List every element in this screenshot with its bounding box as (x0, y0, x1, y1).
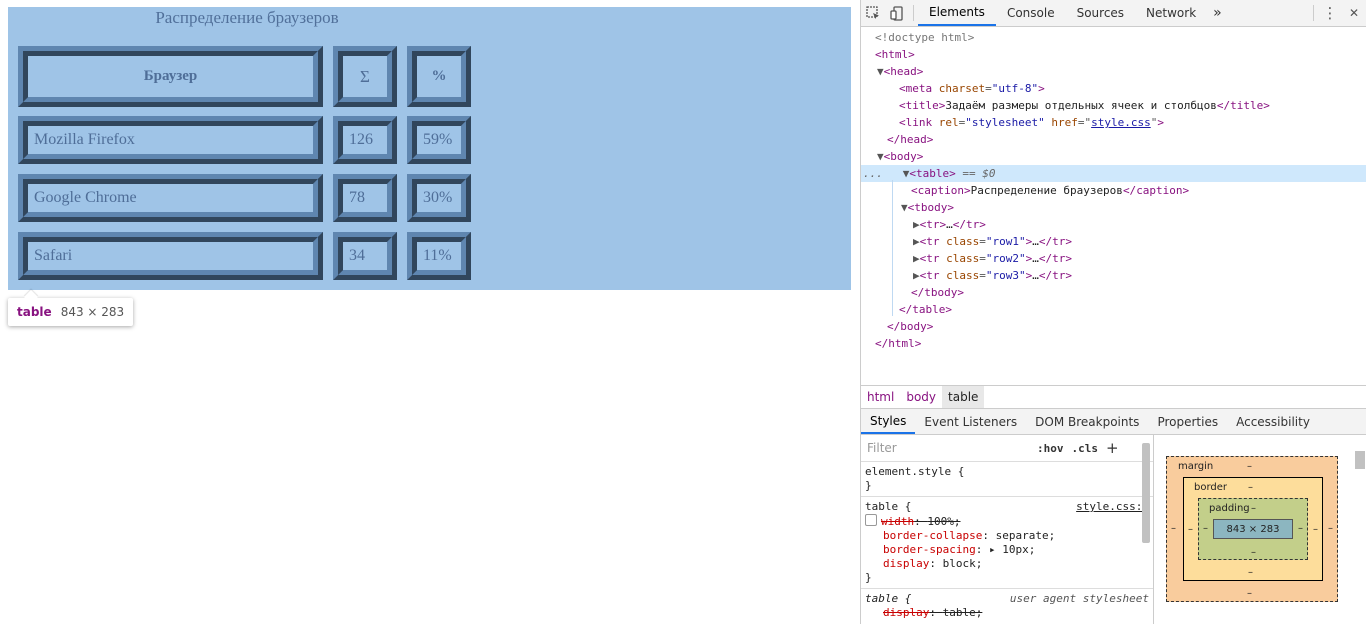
box-model-margin: margin – – – – border – – – – padding – … (1166, 456, 1338, 602)
table-header-browser: Браузер (18, 46, 323, 107)
box-model-padding: padding – – – – 843 × 283 (1198, 498, 1308, 560)
dom-node-body-close[interactable]: </body> (861, 318, 1366, 335)
element-inspect-tooltip: table 843 × 283 (8, 298, 134, 326)
tab-sources[interactable]: Sources (1066, 0, 1135, 26)
stylesheet-link[interactable]: style.css (1091, 116, 1151, 129)
table-cell-sum: 126 (333, 116, 397, 164)
dom-node-table-close[interactable]: </table> (861, 301, 1366, 318)
dom-node-head-close[interactable]: </head> (861, 131, 1366, 148)
breadcrumb-body[interactable]: body (900, 386, 942, 408)
styles-subtabbar: Styles Event Listeners DOM Breakpoints P… (861, 409, 1366, 435)
table-cell-percent: 59% (407, 116, 471, 164)
inspect-element-icon[interactable] (861, 0, 885, 26)
collapse-triangle-icon[interactable]: ▶ (913, 252, 920, 265)
box-model-border: border – – – – padding – – – – 843 × 283 (1183, 477, 1323, 581)
page-viewport: Распределение браузеров Браузер Σ % Mozi… (0, 0, 860, 624)
dom-node-link[interactable]: <link rel="stylesheet" href="style.css"> (861, 114, 1366, 131)
table-cell-browser: Safari (18, 232, 323, 280)
dom-node-tr-row1[interactable]: ▶<tr class="row1">…</tr> (861, 233, 1366, 250)
dom-node-tbody-close[interactable]: </tbody> (861, 284, 1366, 301)
rule-source-link[interactable]: style.css:1 (1076, 500, 1149, 514)
dom-indent-guide (892, 180, 893, 316)
box-model-scrollbar[interactable] (1355, 451, 1365, 469)
kebab-menu-icon[interactable]: ⋮ (1318, 0, 1342, 26)
table-header-percent: % (407, 46, 471, 107)
collapse-triangle-icon[interactable]: ▶ (913, 235, 920, 248)
table-cell-browser: Google Chrome (18, 174, 323, 222)
dom-node-tr[interactable]: ▶<tr>…</tr> (861, 216, 1366, 233)
rule-element-style[interactable]: element.style { } (861, 462, 1153, 497)
dom-node-meta[interactable]: <meta charset="utf-8"> (861, 80, 1366, 97)
table-cell-sum: 34 (333, 232, 397, 280)
tab-elements[interactable]: Elements (918, 0, 996, 26)
breadcrumb: html body table (861, 385, 1366, 409)
styles-filter-input[interactable] (865, 438, 1029, 458)
rule-table-author[interactable]: table {style.css:1 width: 100%; border-c… (861, 497, 1153, 589)
tooltip-dimensions: 843 × 283 (60, 305, 125, 319)
property-checkbox[interactable] (865, 514, 877, 526)
breadcrumb-table[interactable]: table (942, 386, 985, 408)
tabbar-divider (913, 5, 914, 21)
dom-node-title[interactable]: <title>Задаём размеры отдельных ячеек и … (861, 97, 1366, 114)
tooltip-tag: table (17, 305, 52, 319)
hover-state-toggle[interactable]: :hov (1037, 442, 1064, 455)
tab-event-listeners[interactable]: Event Listeners (915, 409, 1026, 434)
dom-node-head[interactable]: ▼<head> (861, 63, 1366, 80)
tabbar-divider (1313, 5, 1314, 21)
more-tabs-chevron-icon[interactable]: » (1207, 0, 1228, 26)
tab-styles[interactable]: Styles (861, 409, 916, 434)
table-cell-percent: 30% (407, 174, 471, 222)
dom-node-html-close[interactable]: </html> (861, 335, 1366, 352)
box-model-content: 843 × 283 (1213, 519, 1293, 539)
rule-source-label: user agent stylesheet (1009, 592, 1149, 605)
device-toolbar-icon[interactable] (885, 0, 909, 26)
devtools-panel: Elements Console Sources Network » ⋮ ✕ <… (860, 0, 1366, 624)
breadcrumb-html[interactable]: html (861, 386, 900, 408)
tab-accessibility[interactable]: Accessibility (1227, 409, 1319, 434)
new-rule-plus-icon[interactable]: + (1106, 439, 1119, 457)
styles-filter-bar: :hov .cls + (861, 435, 1153, 462)
expand-triangle-icon[interactable]: ▼ (901, 201, 908, 214)
styles-scrollbar[interactable] (1142, 443, 1150, 543)
box-model-pane: margin – – – – border – – – – padding – … (1154, 435, 1366, 624)
devtools-tabbar: Elements Console Sources Network » ⋮ ✕ (861, 0, 1366, 27)
dom-node-tr-row3[interactable]: ▶<tr class="row3">…</tr> (861, 267, 1366, 284)
close-icon[interactable]: ✕ (1342, 0, 1366, 26)
tab-console[interactable]: Console (996, 0, 1066, 26)
node-menu-dots[interactable]: ... (863, 167, 883, 180)
tab-dom-breakpoints[interactable]: DOM Breakpoints (1026, 409, 1148, 434)
table-header-sum: Σ (333, 46, 397, 107)
dom-node-html[interactable]: <html> (861, 46, 1366, 63)
tab-network[interactable]: Network (1135, 0, 1207, 26)
dom-tree: <!doctype html> <html> ▼<head> <meta cha… (861, 27, 1366, 384)
collapse-triangle-icon[interactable]: ▶ (913, 269, 920, 282)
dom-node-caption[interactable]: <caption>Распределение браузеров</captio… (861, 182, 1366, 199)
table-cell-browser: Mozilla Firefox (18, 116, 323, 164)
dom-node-tbody[interactable]: ▼<tbody> (861, 199, 1366, 216)
dom-node-tr-row2[interactable]: ▶<tr class="row2">…</tr> (861, 250, 1366, 267)
expand-triangle-icon[interactable]: ▼ (877, 150, 884, 163)
table-caption: Распределение браузеров (155, 8, 339, 27)
dom-node-table-selected[interactable]: ... ▼<table> == $0 (861, 165, 1366, 182)
tab-properties[interactable]: Properties (1148, 409, 1227, 434)
dom-node-doctype[interactable]: <!doctype html> (861, 29, 1366, 46)
table-cell-sum: 78 (333, 174, 397, 222)
rule-table-user-agent[interactable]: table {user agent stylesheet display: ta… (861, 589, 1153, 623)
expand-value-triangle-icon[interactable]: ▸ (989, 543, 1002, 556)
styles-pane: :hov .cls + element.style { } table {sty… (861, 435, 1154, 624)
class-toggle[interactable]: .cls (1072, 442, 1099, 455)
expand-triangle-icon[interactable]: ▼ (877, 65, 884, 78)
table-cell-percent: 11% (407, 232, 471, 280)
collapse-triangle-icon[interactable]: ▶ (913, 218, 920, 231)
dom-node-body[interactable]: ▼<body> (861, 148, 1366, 165)
